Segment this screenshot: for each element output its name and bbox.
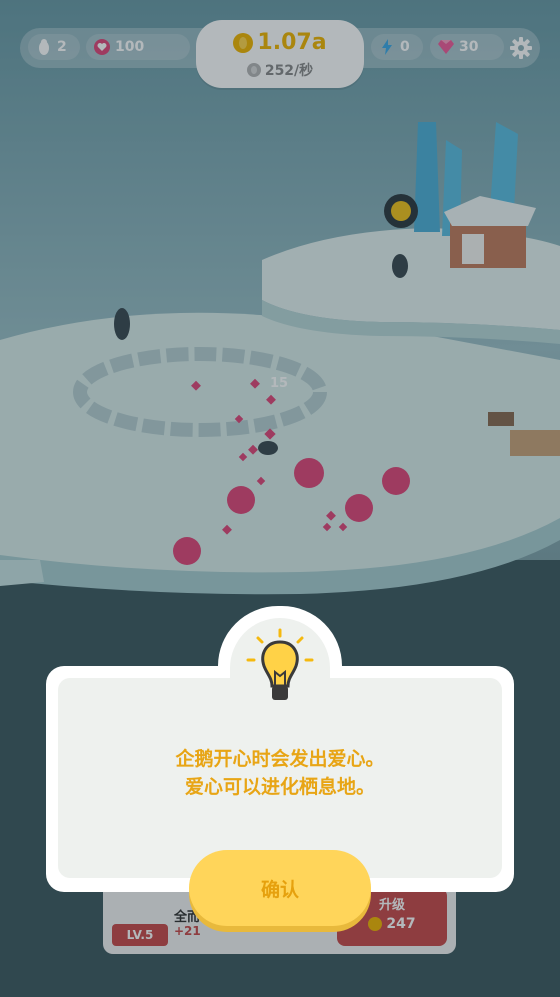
tip-line-1: 企鹅开心时会发出爱心。 xyxy=(175,748,385,770)
tip-line-2: 爱心可以进化栖息地。 xyxy=(184,776,375,798)
lightbulb-icon xyxy=(240,624,320,708)
confirm-button[interactable]: 确认 xyxy=(189,850,371,926)
